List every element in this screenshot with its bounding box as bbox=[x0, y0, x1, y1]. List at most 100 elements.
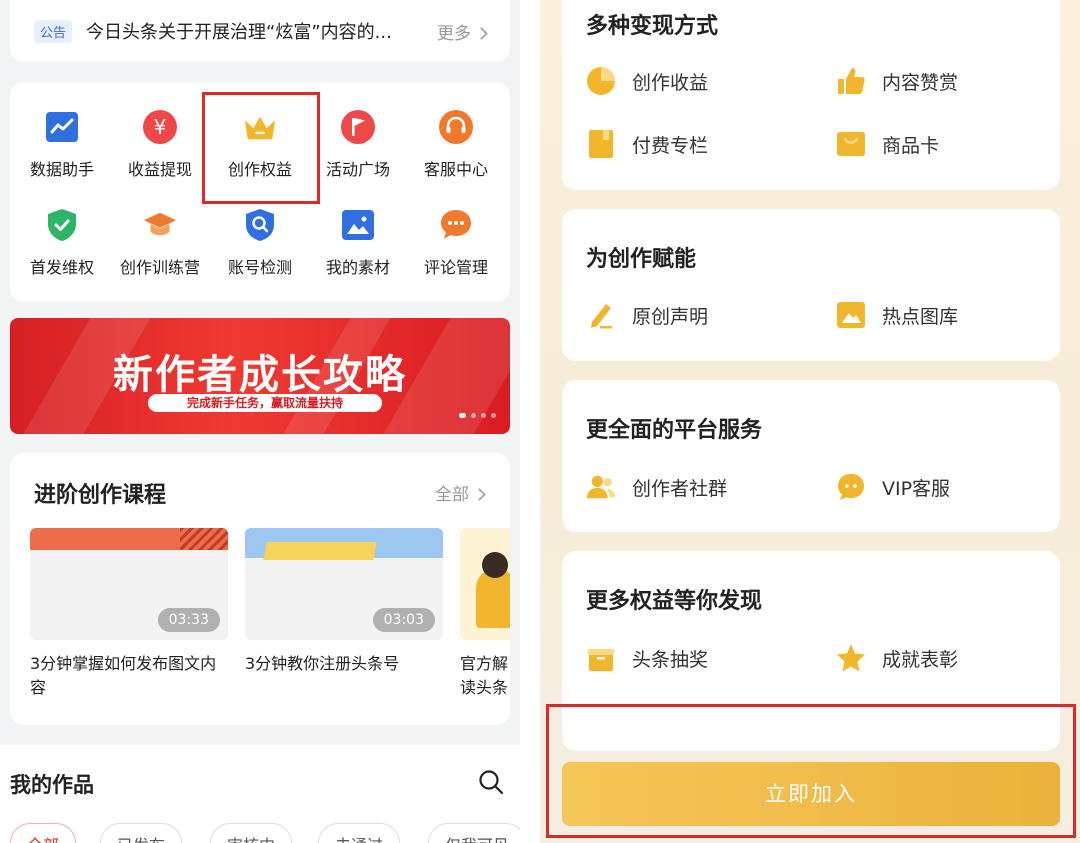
benefit-label: 创作者社群 bbox=[632, 477, 728, 500]
tool-label: 创作训练营 bbox=[119, 258, 200, 277]
notice-bar[interactable]: 公告 今日头条关于开展治理“炫富”内容的... 更多 bbox=[10, 0, 510, 62]
section-title: 我的作品 bbox=[10, 773, 94, 797]
screenshot-divider bbox=[520, 0, 540, 843]
highlight-box bbox=[202, 92, 320, 204]
comment-icon bbox=[439, 208, 473, 242]
course-card[interactable]: 03:33 3分钟掌握如何发布图文内容 bbox=[30, 528, 228, 700]
tool-label: 账号检测 bbox=[227, 258, 292, 277]
image-icon bbox=[836, 300, 866, 330]
image-icon bbox=[341, 208, 375, 242]
tool-original-protection[interactable]: 首发维权 bbox=[12, 208, 112, 278]
benefit-section-monetization: 多种变现方式 创作收益 内容赞赏 付费专栏 商品卡 bbox=[562, 0, 1060, 190]
benefit-item[interactable]: 成就表彰 bbox=[836, 643, 958, 673]
course-title: 官方解读头条推 bbox=[460, 654, 509, 697]
works-tab-all[interactable]: 全部 bbox=[10, 823, 77, 843]
benefit-item[interactable]: 内容赞赏 bbox=[836, 66, 958, 96]
course-title: 3分钟掌握如何发布图文内容 bbox=[30, 654, 217, 697]
creator-center-panel: 公告 今日头条关于开展治理“炫富”内容的... 更多 数据助手 ¥ 收益提现 创… bbox=[0, 0, 520, 843]
svg-text:¥: ¥ bbox=[154, 115, 167, 139]
carousel-dot bbox=[491, 413, 496, 418]
tool-my-materials[interactable]: 我的素材 bbox=[308, 208, 408, 278]
benefit-item[interactable]: 头条抽奖 bbox=[586, 643, 708, 673]
benefit-section-services: 更全面的平台服务 创作者社群 VIP客服 bbox=[562, 380, 1060, 532]
tool-label: 首发维权 bbox=[29, 258, 94, 277]
headset-icon bbox=[439, 110, 473, 144]
works-tab-published[interactable]: 已发布 bbox=[100, 823, 183, 843]
benefit-item[interactable]: VIP客服 bbox=[836, 472, 950, 502]
video-duration: 03:33 bbox=[157, 608, 220, 632]
banner-subtitle: 完成新手任务，赢取流量扶持 bbox=[148, 394, 382, 412]
tool-account-check[interactable]: 账号检测 bbox=[210, 208, 310, 278]
benefit-item[interactable]: 创作收益 bbox=[586, 66, 708, 96]
tool-comment-management[interactable]: 评论管理 bbox=[406, 208, 506, 278]
course-card[interactable]: 03:03 3分钟教你注册头条号 bbox=[245, 528, 443, 676]
creator-benefits-panel: 多种变现方式 创作收益 内容赞赏 付费专栏 商品卡 为创作赋能 原创声明 热点图… bbox=[540, 0, 1080, 843]
benefit-item[interactable]: 热点图库 bbox=[836, 300, 958, 330]
carousel-dot bbox=[459, 413, 466, 418]
view-all-label: 全部 bbox=[435, 485, 469, 505]
works-tab-private[interactable]: 仅我可见 bbox=[428, 823, 520, 843]
carousel-dot bbox=[471, 413, 476, 418]
chart-icon bbox=[45, 110, 79, 144]
thumbs-up-icon bbox=[836, 66, 866, 96]
chat-bubble-icon bbox=[836, 472, 866, 502]
benefit-section-empowerment: 为创作赋能 原创声明 热点图库 bbox=[562, 209, 1060, 361]
course-thumbnail: 03:33 bbox=[30, 528, 228, 640]
shopping-card-icon bbox=[836, 129, 866, 159]
tool-label: 我的素材 bbox=[325, 258, 390, 277]
flag-icon bbox=[341, 110, 375, 144]
view-all-link[interactable]: 全部 bbox=[435, 480, 486, 505]
advanced-courses-section: 进阶创作课程 全部 03:33 3分钟掌握如何发布图文内容 03:03 3分钟教… bbox=[10, 453, 510, 725]
course-card[interactable]: 官方解读头条推 bbox=[460, 528, 510, 700]
tool-label: 活动广场 bbox=[325, 160, 390, 179]
benefit-label: 成就表彰 bbox=[882, 648, 959, 671]
search-badge-icon bbox=[243, 208, 277, 242]
tool-label: 客服中心 bbox=[423, 160, 488, 179]
gift-box-icon bbox=[586, 643, 616, 673]
benefit-label: 创作收益 bbox=[632, 71, 709, 94]
thumbnail-art bbox=[263, 542, 377, 560]
benefit-label: 原创声明 bbox=[632, 305, 709, 328]
section-title: 更全面的平台服务 bbox=[586, 418, 763, 443]
pen-icon bbox=[586, 300, 616, 330]
course-title: 3分钟教你注册头条号 bbox=[245, 654, 400, 673]
works-tab-reviewing[interactable]: 审核中 bbox=[210, 823, 293, 843]
works-tab-rejected[interactable]: 未通过 bbox=[318, 823, 401, 843]
video-duration: 03:03 bbox=[372, 608, 435, 632]
graduation-cap-icon bbox=[143, 208, 177, 242]
notice-more-link[interactable]: 更多 bbox=[437, 19, 488, 44]
tool-label: 数据助手 bbox=[29, 160, 94, 179]
tool-customer-service[interactable]: 客服中心 bbox=[406, 110, 506, 180]
benefit-item[interactable]: 创作者社群 bbox=[586, 472, 727, 502]
section-title: 更多权益等你发现 bbox=[586, 589, 763, 614]
tool-data-assistant[interactable]: 数据助手 bbox=[12, 110, 112, 180]
banner-title: 新作者成长攻略 bbox=[113, 352, 407, 398]
tool-training-camp[interactable]: 创作训练营 bbox=[110, 208, 210, 278]
yuan-icon: ¥ bbox=[143, 110, 177, 144]
tool-label: 收益提现 bbox=[127, 160, 192, 179]
carousel-dot bbox=[481, 413, 486, 418]
star-icon bbox=[836, 643, 866, 673]
notice-tag: 公告 bbox=[34, 19, 73, 43]
benefit-item[interactable]: 付费专栏 bbox=[586, 129, 708, 159]
section-title: 为创作赋能 bbox=[586, 247, 697, 272]
search-icon[interactable] bbox=[478, 769, 504, 795]
my-works-section: 我的作品 全部 已发布 审核中 未通过 仅我可见 bbox=[0, 745, 520, 843]
benefit-label: 内容赞赏 bbox=[882, 71, 959, 94]
tool-revenue-withdraw[interactable]: ¥ 收益提现 bbox=[110, 110, 210, 180]
book-icon bbox=[586, 129, 616, 159]
benefit-label: 热点图库 bbox=[882, 305, 959, 328]
carousel-indicator[interactable] bbox=[459, 413, 496, 418]
benefit-item[interactable]: 原创声明 bbox=[586, 300, 708, 330]
benefit-label: 头条抽奖 bbox=[632, 648, 709, 671]
join-now-button[interactable]: 立即加入 bbox=[562, 762, 1060, 826]
people-icon bbox=[586, 472, 616, 502]
pie-chart-icon bbox=[586, 66, 616, 96]
shield-icon bbox=[45, 208, 79, 242]
tool-activity-square[interactable]: 活动广场 bbox=[308, 110, 408, 180]
thumbnail-art bbox=[482, 552, 508, 578]
chevron-right-icon bbox=[475, 26, 488, 40]
benefit-item[interactable]: 商品卡 bbox=[836, 129, 939, 159]
growth-guide-banner[interactable]: 新作者成长攻略 完成新手任务，赢取流量扶持 bbox=[10, 318, 510, 434]
notice-text[interactable]: 今日头条关于开展治理“炫富”内容的... bbox=[86, 18, 421, 44]
